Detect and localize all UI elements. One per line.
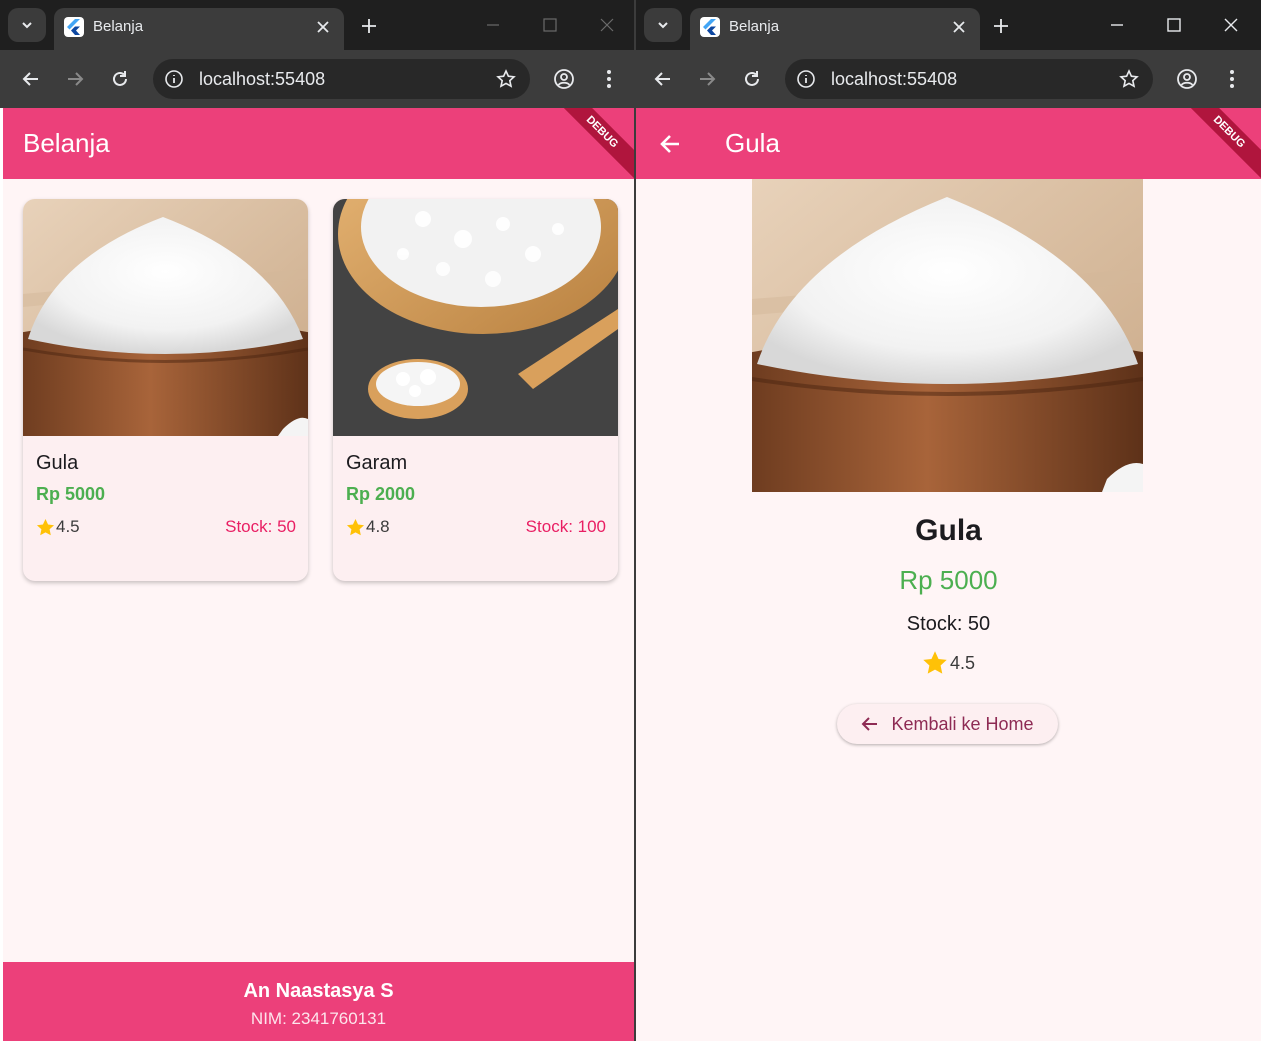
profile-icon[interactable]: [548, 63, 580, 95]
sugar-bowl-image: [752, 179, 1143, 492]
arrow-left-icon: [862, 717, 878, 731]
footer-name: An Naastasya S: [243, 980, 394, 1002]
browser-window-right: Belanja localhost:55408 Gula DEBUG Gula …: [636, 0, 1261, 1041]
tab-strip: Belanja: [0, 0, 634, 50]
address-bar[interactable]: localhost:55408: [153, 59, 530, 99]
chevron-down-icon: [22, 22, 32, 29]
browser-tab[interactable]: Belanja: [54, 8, 344, 50]
browser-tab[interactable]: Belanja: [690, 8, 980, 50]
forward-arrow-icon[interactable]: [691, 63, 723, 95]
star-icon: [346, 518, 365, 535]
bookmark-star-icon[interactable]: [1117, 67, 1141, 91]
tab-title: Belanja: [729, 18, 780, 35]
app-bar: Gula DEBUG: [636, 108, 1261, 182]
back-to-home-label: Kembali ke Home: [891, 713, 1034, 734]
chevron-down-icon: [658, 22, 668, 29]
tab-title: Belanja: [93, 18, 144, 35]
salt-bowl-image: [333, 199, 618, 436]
detail-name: Gula: [915, 514, 982, 547]
app-bar: Belanja DEBUG: [3, 108, 634, 182]
rating-value: 4.8: [366, 517, 390, 536]
close-tab-icon[interactable]: [946, 14, 972, 40]
menu-kebab-icon[interactable]: [593, 63, 625, 95]
footer-nim: NIM: 2341760131: [250, 1009, 387, 1028]
page-title: Belanja: [23, 128, 110, 158]
menu-kebab-icon[interactable]: [1216, 63, 1248, 95]
product-price: Rp 5000: [36, 484, 106, 504]
rating-value: 4.5: [949, 652, 976, 673]
detail-stock: Stock: 50: [906, 613, 991, 635]
footer: An Naastasya S NIM: 2341760131: [3, 962, 634, 1041]
back-to-home-button[interactable]: Kembali ke Home: [837, 704, 1058, 744]
back-arrow-icon[interactable]: [647, 63, 679, 95]
flutter-app-detail: Gula DEBUG Gula Rp 5000 Stock: 50 4.5 Ke…: [636, 108, 1261, 1041]
flutter-app-home: Belanja DEBUG Gula Rp 5000 4.5 Stock: 50: [3, 108, 634, 1041]
tab-strip: Belanja: [636, 0, 1261, 50]
tab-search-button[interactable]: [8, 8, 46, 42]
rating-value: 4.5: [56, 517, 80, 536]
back-arrow-icon[interactable]: [654, 128, 686, 160]
product-stock: Stock: 100: [525, 517, 606, 536]
site-info-icon[interactable]: [163, 68, 185, 90]
browser-toolbar: localhost:55408: [636, 50, 1261, 108]
address-bar[interactable]: localhost:55408: [785, 59, 1153, 99]
debug-banner: DEBUG: [1179, 108, 1261, 182]
star-icon: [36, 518, 55, 535]
close-window-icon[interactable]: [1216, 10, 1246, 40]
browser-toolbar: localhost:55408: [0, 50, 634, 108]
minimize-icon[interactable]: [478, 10, 508, 40]
product-rating: 4.5: [36, 517, 80, 537]
sugar-bowl-image: [23, 199, 308, 436]
minimize-icon[interactable]: [1102, 10, 1132, 40]
product-card-gula[interactable]: Gula Rp 5000 4.5 Stock: 50: [23, 199, 308, 581]
forward-arrow-icon[interactable]: [59, 63, 91, 95]
url-text: localhost:55408: [831, 69, 958, 89]
maximize-icon[interactable]: [535, 10, 565, 40]
profile-icon[interactable]: [1171, 63, 1203, 95]
close-window-icon[interactable]: [592, 10, 622, 40]
detail-rating: 4.5: [636, 650, 1261, 676]
debug-banner: DEBUG: [552, 108, 634, 182]
star-icon: [923, 651, 947, 674]
product-stock: Stock: 50: [225, 517, 296, 536]
maximize-icon[interactable]: [1159, 10, 1189, 40]
product-card-garam[interactable]: Garam Rp 2000 4.8 Stock: 100: [333, 199, 618, 581]
browser-window-left: Belanja localhost:55408 Belanja DEBUG Gu…: [0, 0, 634, 1041]
bookmark-star-icon[interactable]: [494, 67, 518, 91]
back-arrow-icon[interactable]: [15, 63, 47, 95]
product-name: Gula: [36, 452, 79, 474]
page-title: Gula: [725, 128, 780, 158]
new-tab-icon[interactable]: [987, 12, 1015, 40]
site-info-icon[interactable]: [795, 68, 817, 90]
flutter-icon: [700, 17, 720, 37]
new-tab-icon[interactable]: [355, 12, 383, 40]
tab-search-button[interactable]: [644, 8, 682, 42]
detail-price: Rp 5000: [899, 565, 998, 595]
product-price: Rp 2000: [346, 484, 416, 504]
close-tab-icon[interactable]: [310, 14, 336, 40]
reload-icon[interactable]: [736, 63, 768, 95]
product-rating: 4.8: [346, 517, 390, 537]
flutter-icon: [64, 17, 84, 37]
product-name: Garam: [346, 452, 408, 474]
url-text: localhost:55408: [199, 69, 326, 89]
reload-icon[interactable]: [104, 63, 136, 95]
